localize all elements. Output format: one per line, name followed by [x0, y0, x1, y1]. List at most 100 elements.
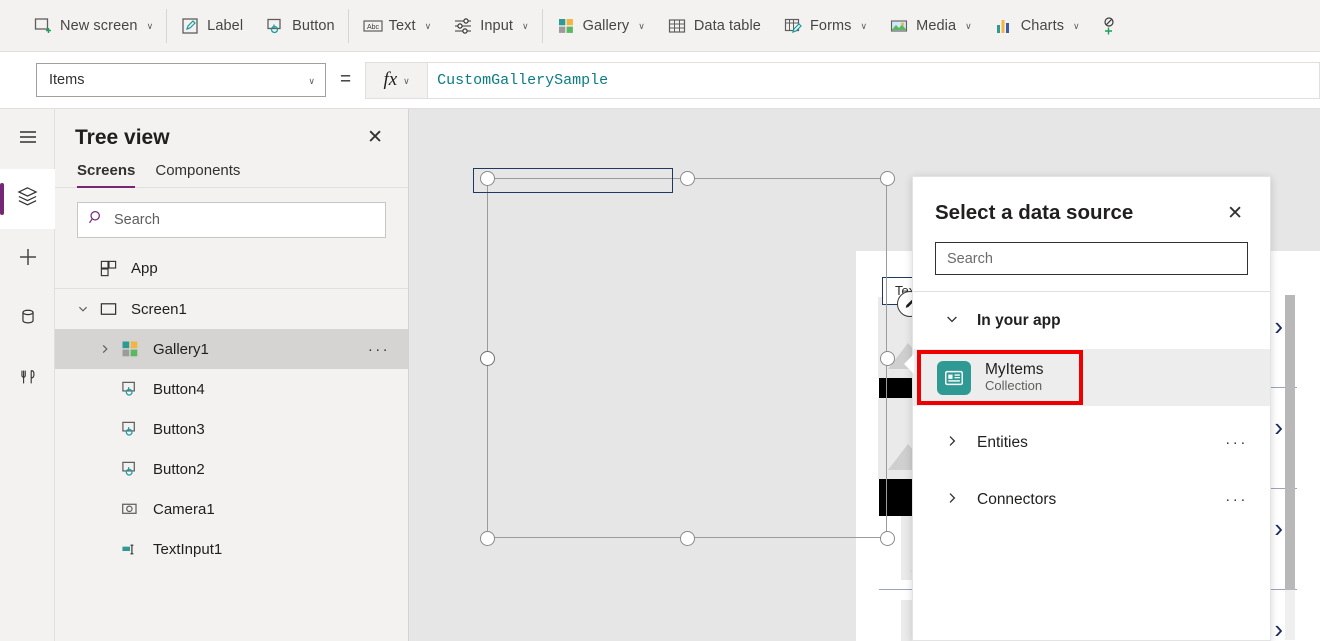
- tree-row-button3[interactable]: Button3: [55, 409, 408, 449]
- cmd-new-screen[interactable]: New screen ∨: [22, 0, 164, 52]
- cmd-overflow[interactable]: [1091, 0, 1123, 52]
- chevron-right-icon[interactable]: [945, 491, 959, 508]
- resize-handle-bottom-right[interactable]: [880, 531, 895, 546]
- data-source-title: Select a data source: [935, 201, 1133, 225]
- cmd-text[interactable]: Abc Text ∨: [351, 0, 443, 52]
- chevron-down-icon: ∨: [425, 21, 432, 32]
- data-table-icon: [667, 16, 687, 36]
- toolbar-separator: [542, 9, 543, 43]
- add-icons-icon: [1097, 16, 1117, 36]
- chevron-down-icon: ∨: [308, 76, 315, 87]
- chevron-right-icon[interactable]: [945, 434, 959, 451]
- resize-handle-middle-right[interactable]: [880, 351, 895, 366]
- cmd-button[interactable]: Button: [254, 0, 346, 52]
- tree-search-placeholder: Search: [114, 212, 160, 228]
- cmd-gallery-label: Gallery: [583, 18, 630, 34]
- cmd-gallery[interactable]: Gallery ∨: [545, 0, 656, 52]
- search-icon: [88, 209, 105, 231]
- resize-handle-middle-left[interactable]: [480, 351, 495, 366]
- resize-handle-top-right[interactable]: [880, 171, 895, 186]
- tree-view-icon: [16, 185, 39, 213]
- data-source-search-input[interactable]: Search: [935, 242, 1248, 275]
- cmd-charts[interactable]: Charts ∨: [983, 0, 1091, 52]
- data-source-group-overflow-button[interactable]: ···: [1225, 434, 1248, 451]
- data-source-header: Select a data source ✕: [913, 177, 1270, 226]
- tree-row-screen1[interactable]: Screen1: [55, 289, 408, 329]
- tree-rows: App Screen1 Gallery1 ···: [55, 248, 408, 569]
- resize-handle-top-center[interactable]: [680, 171, 695, 186]
- cmd-data-table-label: Data table: [694, 18, 761, 34]
- data-source-group-connectors[interactable]: Connectors ···: [913, 471, 1270, 528]
- tree-row-button2[interactable]: Button2: [55, 449, 408, 489]
- chevron-down-icon: ∨: [403, 76, 410, 87]
- toolbar-separator: [166, 9, 167, 43]
- label-icon: [180, 16, 200, 36]
- rail-menu-button[interactable]: [0, 109, 55, 169]
- data-source-group-label: In your app: [977, 312, 1061, 330]
- chevron-down-icon[interactable]: [77, 303, 99, 315]
- chevron-right-icon[interactable]: ›: [1274, 515, 1283, 541]
- cmd-new-screen-label: New screen: [60, 18, 138, 34]
- text-icon: Abc: [362, 16, 382, 36]
- formula-input[interactable]: CustomGallerySample: [428, 62, 1320, 99]
- data-source-group-entities[interactable]: Entities ···: [913, 414, 1270, 471]
- cmd-forms[interactable]: Forms ∨: [772, 0, 878, 52]
- data-source-item-name: MyItems: [985, 361, 1044, 378]
- cmd-media-label: Media: [916, 18, 956, 34]
- tab-screens[interactable]: Screens: [77, 162, 135, 187]
- gallery-scrollbar[interactable]: [1285, 295, 1295, 640]
- cmd-input[interactable]: Input ∨: [442, 0, 539, 52]
- fx-button[interactable]: fx ∨: [365, 62, 428, 99]
- toolbar-separator: [348, 9, 349, 43]
- close-icon[interactable]: ✕: [362, 125, 388, 150]
- tree-row-textinput1[interactable]: TextInput1: [55, 529, 408, 569]
- property-select[interactable]: Items ∨: [36, 63, 326, 97]
- close-icon[interactable]: ✕: [1222, 201, 1248, 226]
- screen-icon: [99, 300, 121, 319]
- formula-bar: Items ∨ = fx ∨ CustomGallerySample: [0, 52, 1320, 109]
- panel-callout-arrow: [904, 354, 914, 374]
- svg-text:Abc: Abc: [367, 23, 380, 30]
- gallery-scrollbar-thumb[interactable]: [1285, 295, 1295, 590]
- tree-row-screen1-label: Screen1: [131, 301, 187, 318]
- rail-media-tools-button[interactable]: [0, 349, 55, 409]
- cmd-media[interactable]: Media ∨: [878, 0, 983, 52]
- collection-icon: [937, 361, 971, 395]
- rail-tree-view-button[interactable]: [0, 169, 55, 229]
- button-icon: [121, 380, 143, 399]
- fx-label: fx: [383, 69, 397, 91]
- tree-row-app-label: App: [131, 260, 158, 277]
- chevron-down-icon: ∨: [147, 21, 154, 32]
- chevron-down-icon[interactable]: [945, 312, 959, 329]
- tree-row-textinput1-label: TextInput1: [153, 541, 222, 558]
- rail-data-button[interactable]: [0, 289, 55, 349]
- new-screen-icon: [33, 16, 53, 36]
- cmd-label[interactable]: Label: [169, 0, 254, 52]
- tree-row-camera1[interactable]: Camera1: [55, 489, 408, 529]
- chevron-right-icon[interactable]: ›: [1274, 616, 1283, 641]
- tree-row-button4[interactable]: Button4: [55, 369, 408, 409]
- tree-view-panel: Tree view ✕ Screens Components Search Ap…: [55, 109, 409, 641]
- data-source-group-overflow-button[interactable]: ···: [1225, 491, 1248, 508]
- tree-row-button2-label: Button2: [153, 461, 205, 478]
- rail-insert-button[interactable]: [0, 229, 55, 289]
- tree-row-overflow-button[interactable]: ···: [368, 341, 390, 358]
- chevron-right-icon[interactable]: ›: [1274, 313, 1283, 339]
- tab-components[interactable]: Components: [155, 162, 240, 187]
- chevron-down-icon: ∨: [861, 21, 868, 32]
- data-source-item-myitems[interactable]: MyItems Collection: [913, 349, 1270, 406]
- cmd-text-label: Text: [389, 18, 416, 34]
- text-input-icon: [121, 540, 143, 559]
- media-tools-icon: [17, 366, 39, 393]
- resize-handle-bottom-left[interactable]: [480, 531, 495, 546]
- cmd-input-label: Input: [480, 18, 513, 34]
- data-source-item-type: Collection: [985, 378, 1044, 394]
- chevron-right-icon[interactable]: [99, 343, 121, 355]
- tree-search-input[interactable]: Search: [77, 202, 386, 238]
- resize-handle-bottom-center[interactable]: [680, 531, 695, 546]
- tree-row-gallery1[interactable]: Gallery1 ···: [55, 329, 408, 369]
- data-source-group-in-your-app[interactable]: In your app: [913, 292, 1270, 349]
- cmd-data-table[interactable]: Data table: [656, 0, 772, 52]
- tree-row-app[interactable]: App: [55, 248, 408, 288]
- resize-handle-top-left[interactable]: [480, 171, 495, 186]
